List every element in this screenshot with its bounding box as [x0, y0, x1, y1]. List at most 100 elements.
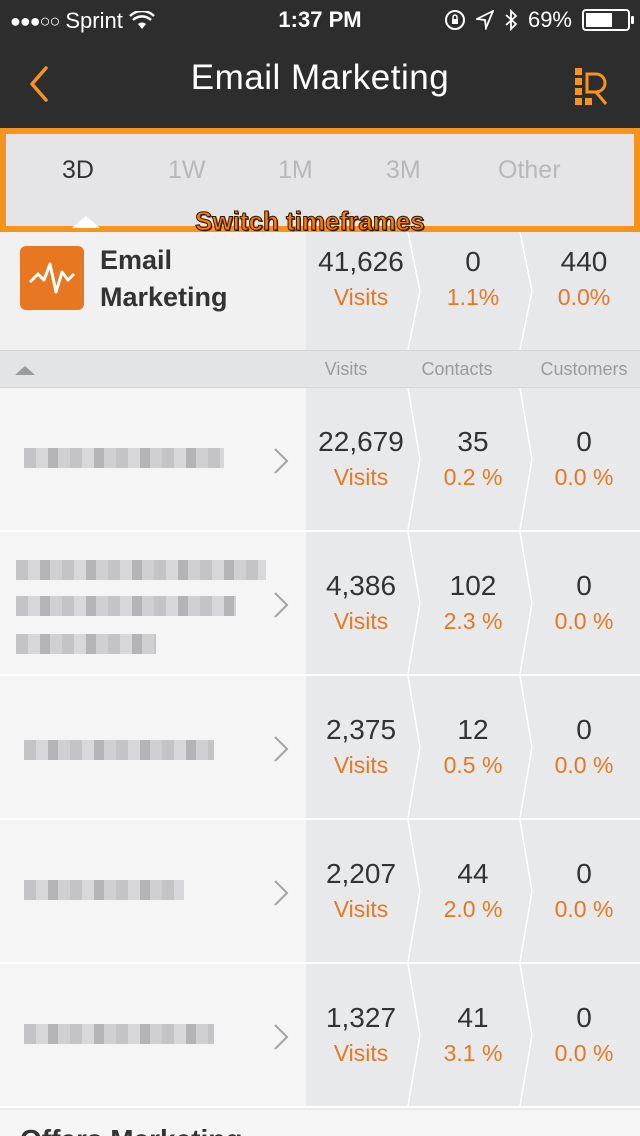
- source-row[interactable]: 4,386 Visits 102 2.3 % 0 0.0 %: [0, 532, 640, 676]
- row-customers-value: 0: [576, 426, 592, 457]
- email-marketing-icon: [20, 246, 84, 310]
- navigation-bar: Email Marketing: [0, 40, 640, 128]
- row-stats: 2,207 Visits 44 2.0 % 0 0.0 %: [306, 820, 640, 962]
- header-customers[interactable]: Customers: [528, 359, 640, 380]
- column-headers: Visits Contacts Customers: [0, 350, 640, 388]
- row-customers-label: 0.0 %: [554, 464, 614, 490]
- summary-contacts: 0 1.1%: [418, 246, 528, 311]
- row-customers-label: 0.0 %: [554, 896, 614, 922]
- source-row[interactable]: 22,679 Visits 35 0.2 % 0 0.0 %: [0, 388, 640, 532]
- row-customers: 0 0.0 %: [528, 570, 640, 635]
- row-customers-label: 0.0 %: [554, 1040, 614, 1066]
- row-customers-value: 0: [576, 1002, 592, 1033]
- source-row[interactable]: 2,375 Visits 12 0.5 % 0 0.0 %: [0, 676, 640, 820]
- row-stats: 4,386 Visits 102 2.3 % 0 0.0 %: [306, 532, 640, 674]
- source-name-redacted: [0, 676, 306, 818]
- row-contacts-label: 0.5 %: [443, 752, 503, 778]
- row-contacts: 12 0.5 %: [418, 714, 528, 779]
- tab-3m[interactable]: 3M: [386, 156, 421, 185]
- chevron-right-icon: [274, 1024, 289, 1050]
- summary-name-line2: Marketing: [100, 282, 228, 312]
- orientation-lock-icon: [444, 10, 465, 30]
- redacted-text: [24, 880, 184, 900]
- chevron-right-icon: [274, 880, 289, 906]
- row-visits-label: Visits: [333, 1040, 389, 1066]
- row-stats: 22,679 Visits 35 0.2 % 0 0.0 %: [306, 388, 640, 530]
- row-visits-label: Visits: [333, 464, 389, 490]
- summary-contacts-rate: 1.1%: [446, 284, 500, 310]
- row-visits: 2,207 Visits: [306, 858, 416, 923]
- sort-up-icon[interactable]: [15, 366, 35, 375]
- row-visits: 22,679 Visits: [306, 426, 416, 491]
- row-visits-label: Visits: [333, 752, 389, 778]
- summary-visits-value: 41,626: [318, 246, 404, 277]
- row-visits-value: 1,327: [325, 1002, 397, 1033]
- source-name-redacted: [0, 964, 306, 1106]
- status-bar: ●●●○○ Sprint 1:37 PM 69%: [0, 0, 640, 40]
- row-visits: 2,375 Visits: [306, 714, 416, 779]
- row-contacts-label: 2.3 %: [443, 608, 503, 634]
- row-contacts-label: 0.2 %: [443, 464, 503, 490]
- row-customers-label: 0.0 %: [554, 752, 614, 778]
- row-stats: 2,375 Visits 12 0.5 % 0 0.0 %: [306, 676, 640, 818]
- next-section-title: Offers Marketing: [20, 1124, 243, 1136]
- bluetooth-icon: [505, 9, 518, 31]
- report-button[interactable]: [572, 64, 612, 108]
- summary-visits: 41,626 Visits: [306, 246, 416, 311]
- row-customers: 0 0.0 %: [528, 426, 640, 491]
- redacted-text: [16, 596, 236, 616]
- row-contacts-label: 3.1 %: [443, 1040, 503, 1066]
- row-customers-value: 0: [576, 570, 592, 601]
- row-contacts-value: 102: [449, 570, 497, 601]
- row-visits: 4,386 Visits: [306, 570, 416, 635]
- row-visits-value: 2,207: [325, 858, 397, 889]
- pulse-icon: [28, 262, 76, 294]
- chevron-right-icon: [274, 736, 289, 762]
- row-contacts: 35 0.2 %: [418, 426, 528, 491]
- next-section-peek: Offers Marketing: [0, 1110, 640, 1136]
- row-customers-value: 0: [576, 714, 592, 745]
- tab-3d[interactable]: 3D: [62, 156, 94, 185]
- summary-customers-rate: 0.0%: [557, 284, 611, 310]
- row-visits-label: Visits: [333, 608, 389, 634]
- summary-name-line1: Email: [100, 245, 173, 275]
- row-visits-label: Visits: [333, 896, 389, 922]
- location-icon: [475, 10, 494, 30]
- source-row[interactable]: 2,207 Visits 44 2.0 % 0 0.0 %: [0, 820, 640, 964]
- redacted-text: [24, 448, 224, 468]
- header-visits[interactable]: Visits: [306, 359, 386, 380]
- summary-stats: 41,626 Visits 0 1.1% 440 0.0%: [306, 232, 640, 350]
- row-contacts-value: 12: [457, 714, 489, 745]
- row-customers-label: 0.0 %: [554, 608, 614, 634]
- row-visits-value: 22,679: [318, 426, 404, 457]
- row-stats: 1,327 Visits 41 3.1 % 0 0.0 %: [306, 964, 640, 1106]
- redacted-text: [24, 1024, 214, 1044]
- source-name-redacted: [0, 820, 306, 962]
- row-contacts: 44 2.0 %: [418, 858, 528, 923]
- row-customers: 0 0.0 %: [528, 714, 640, 779]
- source-name-redacted: [0, 532, 306, 674]
- redacted-text: [24, 740, 214, 760]
- source-name-redacted: [0, 388, 306, 530]
- summary-name: Email Marketing: [100, 242, 300, 316]
- row-customers: 0 0.0 %: [528, 1002, 640, 1067]
- report-icon: [575, 68, 608, 105]
- tab-other[interactable]: Other: [498, 156, 561, 185]
- header-contacts[interactable]: Contacts: [406, 359, 508, 380]
- battery-percent: 69%: [527, 7, 572, 32]
- row-visits: 1,327 Visits: [306, 1002, 416, 1067]
- summary-customers: 440 0.0%: [528, 246, 640, 311]
- chevron-right-icon: [274, 592, 289, 618]
- row-contacts: 41 3.1 %: [418, 1002, 528, 1067]
- tab-1w[interactable]: 1W: [168, 156, 206, 185]
- redacted-text: [16, 560, 266, 580]
- source-row[interactable]: 1,327 Visits 41 3.1 % 0 0.0 %: [0, 964, 640, 1108]
- row-customers-value: 0: [576, 858, 592, 889]
- chevron-right-icon: [274, 448, 289, 474]
- tab-1m[interactable]: 1M: [278, 156, 313, 185]
- battery-icon: [582, 9, 634, 31]
- row-contacts-value: 35: [457, 426, 489, 457]
- active-tab-indicator: [72, 216, 100, 228]
- redacted-text: [16, 634, 156, 654]
- summary-contacts-value: 0: [465, 246, 481, 277]
